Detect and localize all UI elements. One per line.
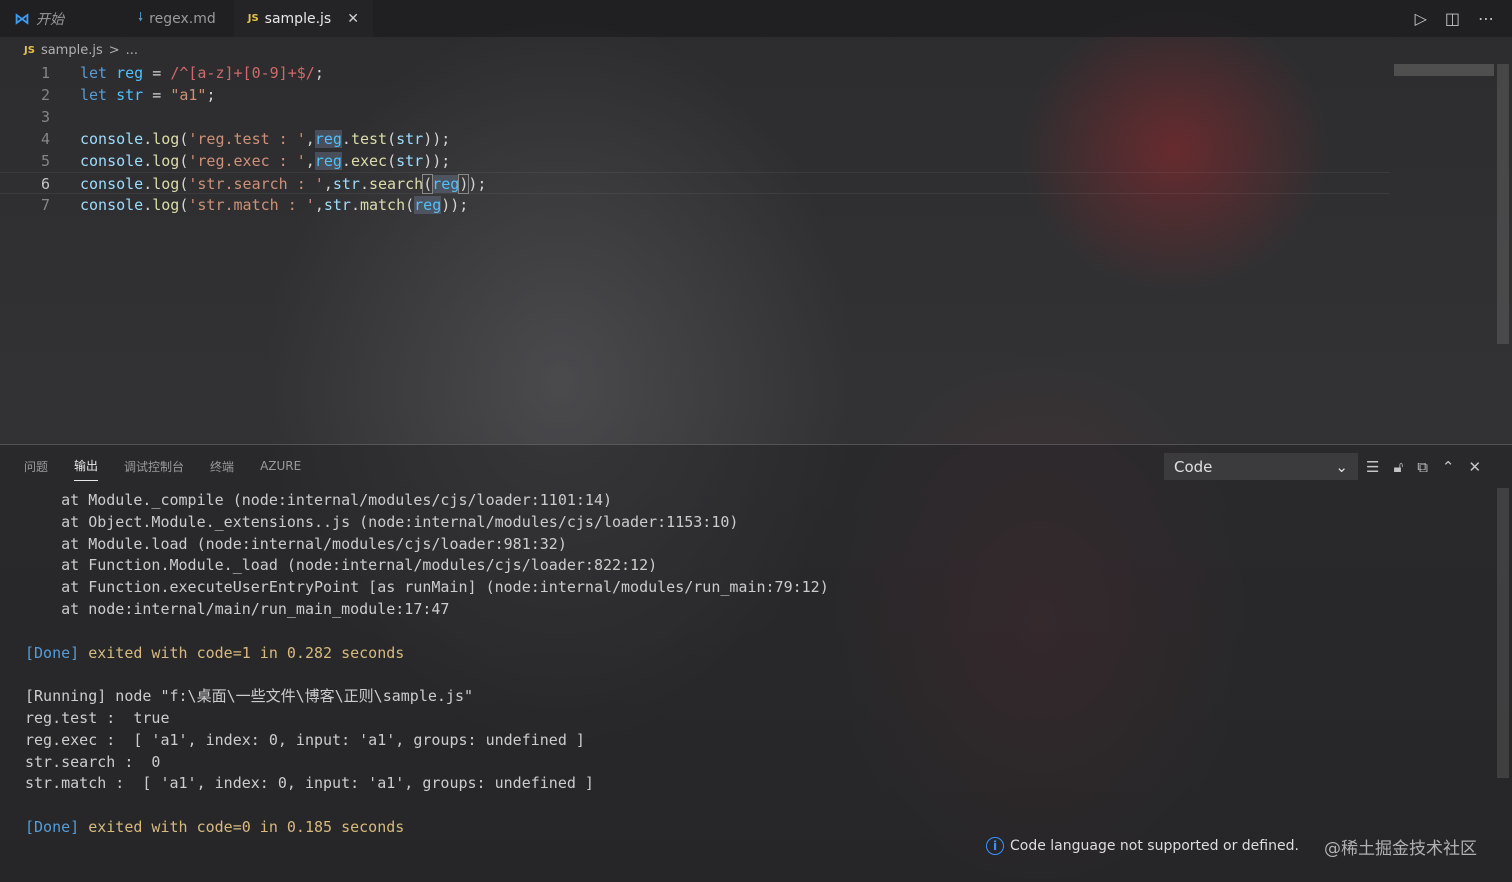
line-number: 7: [40, 196, 50, 214]
line-number: 1: [40, 64, 50, 82]
js-icon: JS: [24, 44, 35, 56]
output-line: [Running] node "f:\桌面\一些文件\博客\正则\sample.…: [25, 687, 474, 706]
output-channel-select[interactable]: Code ⌄: [1164, 453, 1358, 480]
code-line[interactable]: 6 console.log('str.search : ',str.search(…: [0, 172, 1390, 194]
notification[interactable]: i Code language not supported or defined…: [986, 826, 1299, 866]
code-text: console.log('reg.test : ',reg.test(str))…: [80, 130, 451, 148]
breadcrumb: JS sample.js > ...: [0, 38, 1512, 62]
line-number: 6: [40, 175, 50, 193]
editor-scrollbar[interactable]: [1497, 64, 1509, 344]
code-text: console.log('reg.exec : ',reg.exec(str))…: [80, 152, 451, 170]
code-line[interactable]: 3: [0, 106, 1390, 128]
notification-text: Code language not supported or defined.: [1010, 838, 1299, 854]
output-line: at Function.Module._load (node:internal/…: [25, 556, 658, 575]
output-line: [Done] exited with code=1 in 0.282 secon…: [25, 643, 405, 662]
panel-tab[interactable]: 终端: [210, 452, 234, 481]
chevron-right-icon: >: [108, 42, 120, 58]
info-icon: i: [986, 837, 1004, 855]
output-line: at Object.Module._extensions..js (node:i…: [25, 512, 739, 531]
breadcrumb-file[interactable]: sample.js: [41, 43, 103, 58]
line-number: 3: [40, 108, 50, 126]
panel-tab[interactable]: 问题: [24, 452, 48, 481]
tab-label: 开始: [36, 11, 64, 28]
split-editor-icon[interactable]: ◫: [1445, 9, 1460, 28]
tab-regex-md[interactable]: 🠗 regex.md: [78, 0, 230, 37]
output-scrollbar[interactable]: [1497, 488, 1509, 778]
panel-tab[interactable]: 输出: [74, 451, 99, 481]
chevron-down-icon: ⌄: [1335, 457, 1348, 476]
code-text: let str = "a1";: [80, 86, 216, 104]
output-line: at Module._compile (node:internal/module…: [25, 491, 612, 509]
js-icon: JS: [247, 13, 259, 24]
output-line: at Module.load (node:internal/modules/cj…: [25, 534, 567, 553]
editor-actions: ▷ ◫ ⋯: [1415, 0, 1512, 37]
tab-sample-js[interactable]: JS sample.js ✕: [233, 0, 373, 37]
tab-bar: ⋈ 开始 🠗 regex.md JS sample.js ✕ ▷ ◫ ⋯: [0, 0, 1512, 37]
copy-icon[interactable]: ⧉: [1417, 458, 1428, 476]
output-line: at Function.executeUserEntryPoint [as ru…: [25, 578, 829, 597]
output-line: [Done] exited with code=0 in 0.185 secon…: [25, 818, 405, 836]
code-text: console.log('str.match : ',str.match(reg…: [80, 196, 469, 214]
output-line: at node:internal/main/run_main_module:17…: [25, 600, 450, 618]
panel-tab[interactable]: AZURE: [260, 453, 301, 479]
tab-label: sample.js: [264, 10, 332, 27]
tab-welcome[interactable]: ⋈ 开始: [0, 0, 78, 37]
code-line[interactable]: 4 console.log('reg.test : ',reg.test(str)…: [0, 128, 1390, 150]
code-text: console.log('str.search : ',str.search(r…: [80, 174, 487, 194]
tab-label: regex.md: [149, 10, 216, 27]
run-icon[interactable]: ▷: [1415, 9, 1427, 28]
line-number: 2: [40, 86, 50, 104]
output-line: reg.test : true: [25, 709, 170, 727]
select-value: Code: [1174, 457, 1213, 476]
panel-tab[interactable]: 调试控制台: [124, 452, 184, 481]
panel-actions: ☰ 🔓︎ ⧉ ⌃ ✕: [1366, 453, 1481, 480]
clear-output-icon[interactable]: ☰: [1366, 458, 1379, 476]
code-text: let reg = /^[a-z]+[0-9]+$/;: [80, 64, 324, 82]
output-line: str.match : [ 'a1', index: 0, input: 'a1…: [25, 774, 594, 793]
code-editor[interactable]: 1 let reg = /^[a-z]+[0-9]+$/; 2 let str = "…: [0, 62, 1512, 444]
output-pane[interactable]: at Module._compile (node:internal/module…: [0, 488, 1496, 882]
vscode-icon: ⋈: [14, 9, 30, 28]
line-number: 4: [40, 130, 50, 148]
code-line[interactable]: 7 console.log('str.match : ',str.match(re…: [0, 194, 1390, 216]
maximize-panel-icon[interactable]: ⌃: [1442, 458, 1455, 476]
minimap[interactable]: [1394, 64, 1494, 76]
close-panel-icon[interactable]: ✕: [1468, 458, 1481, 476]
markdown-icon: 🠗: [138, 10, 144, 24]
watermark: @稀土掘金技术社区: [1324, 839, 1477, 859]
close-icon[interactable]: ✕: [347, 11, 359, 27]
breadcrumb-more[interactable]: ...: [126, 43, 138, 58]
code-line[interactable]: 2 let str = "a1";: [0, 84, 1390, 106]
lock-icon[interactable]: 🔓︎: [1393, 458, 1403, 476]
line-number: 5: [40, 152, 50, 170]
more-actions-icon[interactable]: ⋯: [1478, 9, 1494, 28]
code-line[interactable]: 5 console.log('reg.exec : ',reg.exec(str)…: [0, 150, 1390, 172]
code-line[interactable]: 1 let reg = /^[a-z]+[0-9]+$/;: [0, 62, 1390, 84]
output-line: reg.exec : [ 'a1', index: 0, input: 'a1'…: [25, 730, 585, 749]
output-line: str.search : 0: [25, 752, 161, 771]
